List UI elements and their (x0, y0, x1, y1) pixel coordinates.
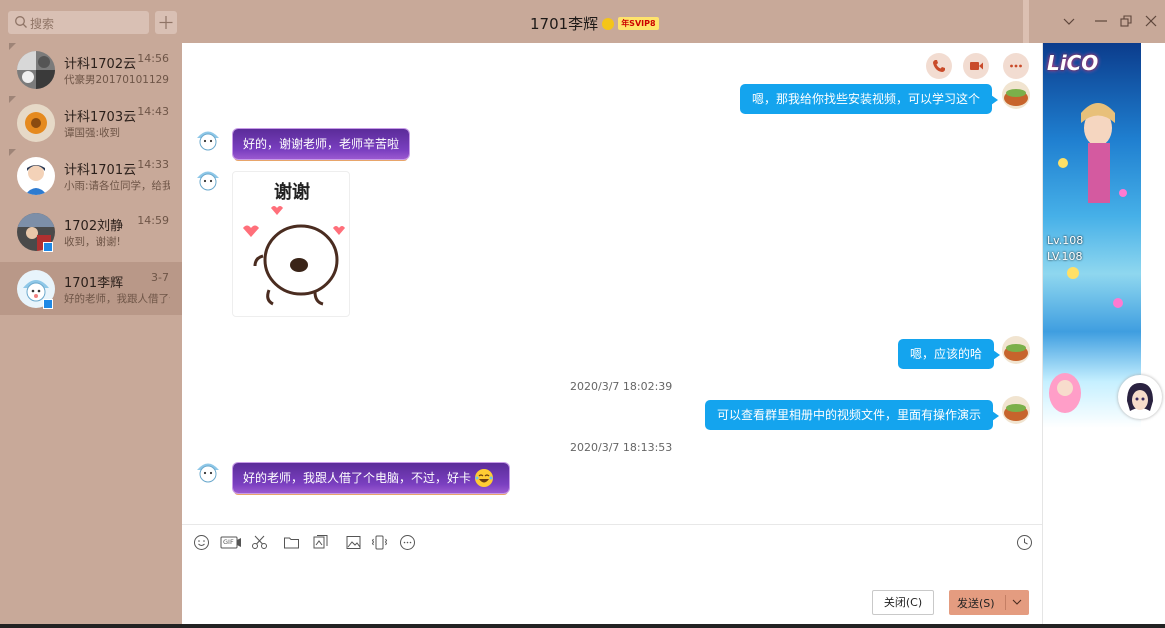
folder-icon[interactable] (283, 534, 300, 551)
shake-icon[interactable] (371, 534, 388, 551)
pinned-marker (9, 149, 16, 156)
conversation-name: 1701李辉 (64, 276, 124, 291)
ad-panel: LiCO Lv.108 LV.108 (1042, 43, 1165, 624)
plus-icon (159, 16, 173, 29)
conversation-name: 计科1703云 (64, 110, 137, 125)
ad-level-label: LV.108 (1047, 250, 1083, 263)
gif-label: GIF (223, 538, 234, 546)
close-button[interactable]: 关闭(C) (872, 590, 934, 615)
conversation-preview: 谭国强:收到 (64, 127, 121, 139)
close-icon[interactable] (1142, 12, 1160, 30)
add-button[interactable] (155, 11, 177, 34)
avatar (17, 51, 55, 89)
message-bubble-incoming[interactable]: 好的老师，我跟人借了个电脑，不过，好卡 (233, 463, 510, 493)
laughing-emoji-icon (475, 469, 493, 487)
chat-header: 1701李辉 年SVIP8 (182, 0, 1042, 43)
send-button[interactable]: 发送(S) (949, 590, 1029, 615)
phone-icon (933, 60, 945, 72)
conversation-preview: 代豪男20170101129 (64, 74, 169, 86)
conversation-time: 14:33 (137, 158, 169, 171)
voice-call-button[interactable] (926, 53, 952, 79)
video-call-button[interactable] (963, 53, 989, 79)
svip-badge: 年SVIP8 (618, 17, 659, 30)
message-bubble-incoming[interactable]: 好的，谢谢老师，老师辛苦啦 (233, 129, 410, 159)
conversation-item[interactable]: 计科1703云 14:43 谭国强:收到 (0, 96, 182, 149)
conversation-item[interactable]: 计科1702云 14:56 代豪男20170101129 (0, 43, 182, 96)
online-status-badge (43, 242, 53, 252)
my-avatar (1002, 81, 1030, 109)
conversation-name: 计科1702云 (64, 57, 137, 72)
message-text: 好的老师，我跟人借了个电脑，不过，好卡 (243, 471, 472, 485)
pinned-marker (9, 96, 16, 103)
conversation-preview: 收到，谢谢! (64, 236, 121, 248)
ad-character-avatar[interactable] (1118, 375, 1162, 419)
taskbar-edge (0, 624, 1165, 628)
conversation-item[interactable]: 计科1701云 14:33 小雨:请各位同学，给我 (0, 149, 182, 202)
more-icon[interactable] (399, 534, 416, 551)
scissors-icon[interactable] (251, 534, 268, 551)
online-status-badge (43, 299, 53, 309)
search-input[interactable]: 搜索 (8, 11, 149, 34)
conversation-sidebar: 搜索 计科1702云 14:56 代豪男20170101129 计科1703云 … (0, 0, 182, 624)
message-composer[interactable]: GIF 关闭(C) 发送(S) (182, 524, 1042, 624)
message-bubble-outgoing[interactable]: 可以查看群里相册中的视频文件，里面有操作演示 (705, 400, 1000, 430)
header-divider (1023, 0, 1029, 43)
send-button-label: 发送(S) (957, 597, 995, 610)
conversation-preview: 好的老师，我跟人借了个 (64, 293, 170, 305)
video-camera-icon (970, 62, 983, 70)
contact-avatar (194, 125, 222, 153)
conversation-item[interactable]: 1702刘静 14:59 收到，谢谢! (0, 205, 182, 258)
avatar (17, 157, 55, 195)
conversation-time: 14:43 (137, 105, 169, 118)
conversation-preview: 小雨:请各位同学，给我 (64, 180, 170, 192)
search-icon (15, 16, 27, 28)
chevron-down-icon[interactable] (1010, 593, 1024, 611)
emoji-icon[interactable] (193, 534, 210, 551)
conversation-time: 3-7 (151, 271, 169, 284)
restore-icon[interactable] (1117, 12, 1135, 30)
contact-avatar (194, 165, 222, 193)
gif-button[interactable]: GIF (220, 534, 242, 551)
vip-crown-icon (602, 17, 615, 30)
contact-avatar (194, 457, 222, 485)
gallery-icon[interactable] (312, 534, 329, 551)
send-button-divider (1005, 595, 1006, 610)
my-avatar (1002, 396, 1030, 424)
conversation-time: 14:56 (137, 52, 169, 65)
ellipsis-icon (1010, 64, 1022, 68)
conversation-name: 1702刘静 (64, 219, 124, 234)
conversation-time: 14:59 (137, 214, 169, 227)
conversation-item-active[interactable]: 1701李辉 3-7 好的老师，我跟人借了个 (0, 262, 182, 315)
message-bubble-outgoing[interactable]: 嗯，应该的哈 (898, 339, 1001, 369)
chat-title-group: 1701李辉 年SVIP8 (530, 13, 659, 34)
minimize-icon[interactable] (1092, 12, 1110, 30)
image-icon[interactable] (345, 534, 362, 551)
chevron-down-icon[interactable] (1060, 12, 1078, 30)
pinned-marker (9, 43, 16, 50)
conversation-name: 计科1701云 (64, 163, 137, 178)
chat-title[interactable]: 1701李辉 (530, 13, 598, 34)
more-options-button[interactable] (1003, 53, 1029, 79)
ad-level-label: Lv.108 (1047, 234, 1084, 247)
my-avatar (1002, 336, 1030, 364)
sticker-illustration (243, 206, 345, 306)
sticker-message[interactable]: 谢谢 (232, 171, 350, 317)
search-placeholder: 搜索 (30, 17, 55, 31)
message-bubble-outgoing[interactable]: 嗯，那我给你找些安装视频，可以学习这个 (740, 84, 999, 114)
message-timestamp: 2020/3/7 18:02:39 (570, 380, 673, 393)
game-ad-banner[interactable]: LiCO Lv.108 LV.108 (1043, 43, 1141, 428)
window-controls (1042, 0, 1165, 43)
message-timestamp: 2020/3/7 18:13:53 (570, 441, 673, 454)
history-icon[interactable] (1016, 534, 1033, 551)
message-list[interactable]: 嗯，那我给你找些安装视频，可以学习这个 好的，谢谢老师，老师辛苦啦 谢谢 嗯，应… (182, 43, 1042, 524)
avatar (17, 104, 55, 142)
